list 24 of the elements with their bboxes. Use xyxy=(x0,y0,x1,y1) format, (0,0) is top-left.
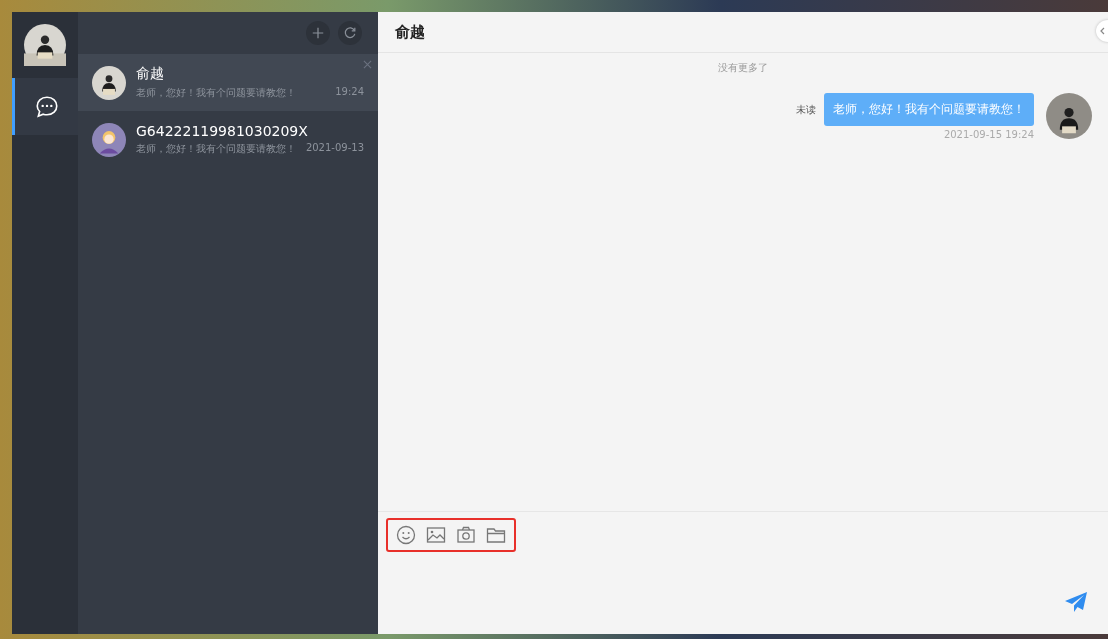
folder-icon[interactable] xyxy=(486,525,506,545)
refresh-icon xyxy=(343,26,357,40)
chat-title: 俞越 xyxy=(395,22,425,42)
message-time: 2021-09-15 19:24 xyxy=(943,129,1034,140)
message-time: 19:24 xyxy=(335,86,364,99)
image-icon[interactable] xyxy=(426,525,446,545)
conversation-item[interactable]: G64222119981030209X 老师，您好！我有个问题要请教您！ 2021-09-13 xyxy=(78,111,378,168)
conversation-item[interactable]: 俞越 老师，您好！我有个问题要请教您！ 19:24 xyxy=(78,54,378,111)
contact-name: G64222119981030209X xyxy=(136,123,309,139)
chat-tab[interactable] xyxy=(12,78,78,135)
refresh-button[interactable] xyxy=(338,21,362,45)
message-preview: 老师，您好！我有个问题要请教您！ xyxy=(136,86,296,100)
message-time: 2021-09-13 xyxy=(305,142,364,155)
read-status: 未读 xyxy=(796,102,816,117)
message-preview: 老师，您好！我有个问题要请教您！ xyxy=(136,142,296,156)
camera-icon[interactable] xyxy=(456,525,476,545)
contact-name: 俞越 xyxy=(136,65,165,83)
send-icon[interactable] xyxy=(1064,590,1088,614)
message-bubble: 老师，您好！我有个问题要请教您！ xyxy=(824,93,1034,126)
person-avatar-icon xyxy=(92,122,126,157)
add-button[interactable] xyxy=(306,21,330,45)
history-note: 没有更多了 xyxy=(718,61,768,75)
emoji-icon[interactable] xyxy=(396,525,416,545)
plus-icon xyxy=(311,26,325,40)
